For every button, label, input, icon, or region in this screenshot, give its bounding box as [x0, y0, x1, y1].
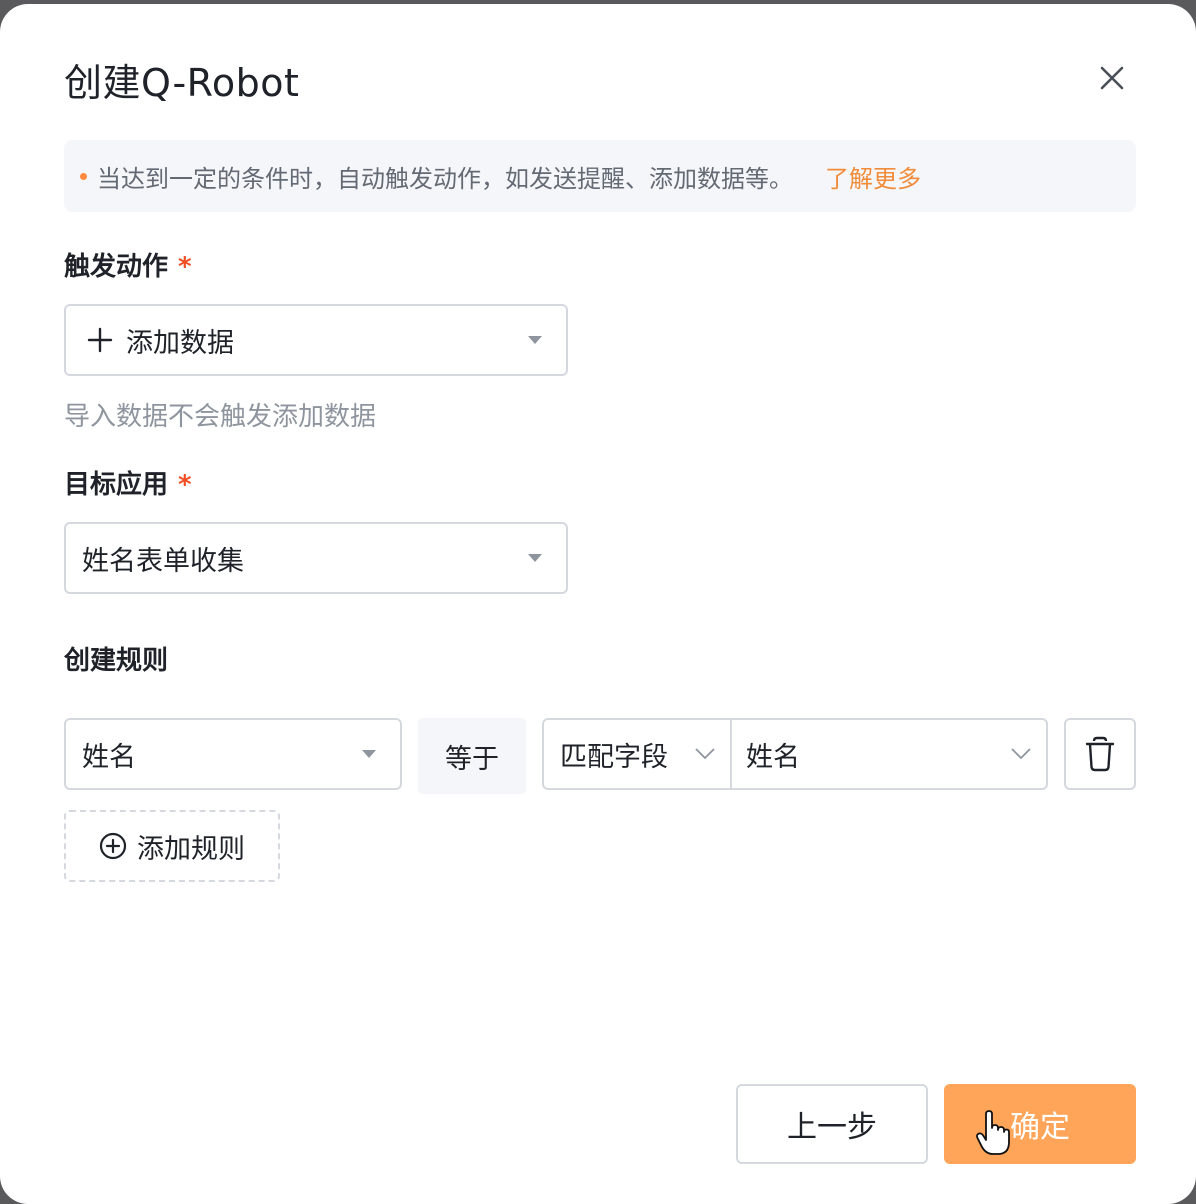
- rules-label: 创建规则: [64, 646, 169, 676]
- add-rule-label: 添加规则: [137, 833, 245, 865]
- match-value-value: 姓名: [746, 741, 800, 773]
- required-mark: *: [178, 470, 192, 500]
- required-mark: *: [178, 252, 192, 282]
- rule-field-value: 姓名: [82, 741, 136, 773]
- add-rule-button[interactable]: 添加规则: [64, 810, 280, 882]
- hand-pointer-icon: [976, 1110, 1010, 1155]
- match-type-select[interactable]: 匹配字段: [544, 720, 732, 788]
- caret-down-icon: [528, 336, 542, 344]
- trash-icon: [1085, 736, 1115, 772]
- trigger-label: 触发动作 *: [64, 250, 192, 284]
- target-app-value: 姓名表单收集: [82, 545, 244, 577]
- trigger-label-text: 触发动作: [64, 252, 169, 282]
- create-robot-dialog: 创建Q-Robot 当达到一定的条件时，自动触发动作，如发送提醒、添加数据等。 …: [0, 4, 1196, 1204]
- trigger-select[interactable]: 添加数据: [64, 304, 568, 376]
- close-button[interactable]: [1092, 58, 1132, 98]
- confirm-button[interactable]: 确定: [944, 1084, 1136, 1164]
- info-banner: 当达到一定的条件时，自动触发动作，如发送提醒、添加数据等。 了解更多: [64, 140, 1136, 212]
- learn-more-link[interactable]: 了解更多: [825, 159, 921, 194]
- target-label: 目标应用 *: [64, 468, 192, 502]
- chevron-down-icon: [695, 748, 715, 760]
- trigger-select-value: 添加数据: [126, 327, 234, 359]
- chevron-down-icon: [1011, 748, 1031, 760]
- match-type-value: 匹配字段: [560, 741, 668, 773]
- caret-down-icon: [528, 554, 542, 562]
- target-app-select[interactable]: 姓名表单收集: [64, 522, 568, 594]
- trigger-hint: 导入数据不会触发添加数据: [64, 402, 377, 432]
- plus-circle-icon: [99, 832, 127, 860]
- close-icon: [1100, 66, 1124, 90]
- dialog-title: 创建Q-Robot: [64, 61, 300, 105]
- target-label-text: 目标应用: [64, 470, 169, 500]
- plus-icon: [87, 327, 113, 353]
- rule-field-select[interactable]: 姓名: [64, 718, 402, 790]
- rule-match-combo: 匹配字段 姓名: [542, 718, 1048, 790]
- bullet-dot: [80, 172, 87, 180]
- match-value-select[interactable]: 姓名: [732, 720, 1046, 788]
- delete-rule-button[interactable]: [1064, 718, 1136, 790]
- banner-text: 当达到一定的条件时，自动触发动作，如发送提醒、添加数据等。: [97, 164, 793, 193]
- caret-down-icon: [362, 750, 376, 758]
- rule-operator: 等于: [418, 718, 526, 794]
- previous-step-button[interactable]: 上一步: [736, 1084, 928, 1164]
